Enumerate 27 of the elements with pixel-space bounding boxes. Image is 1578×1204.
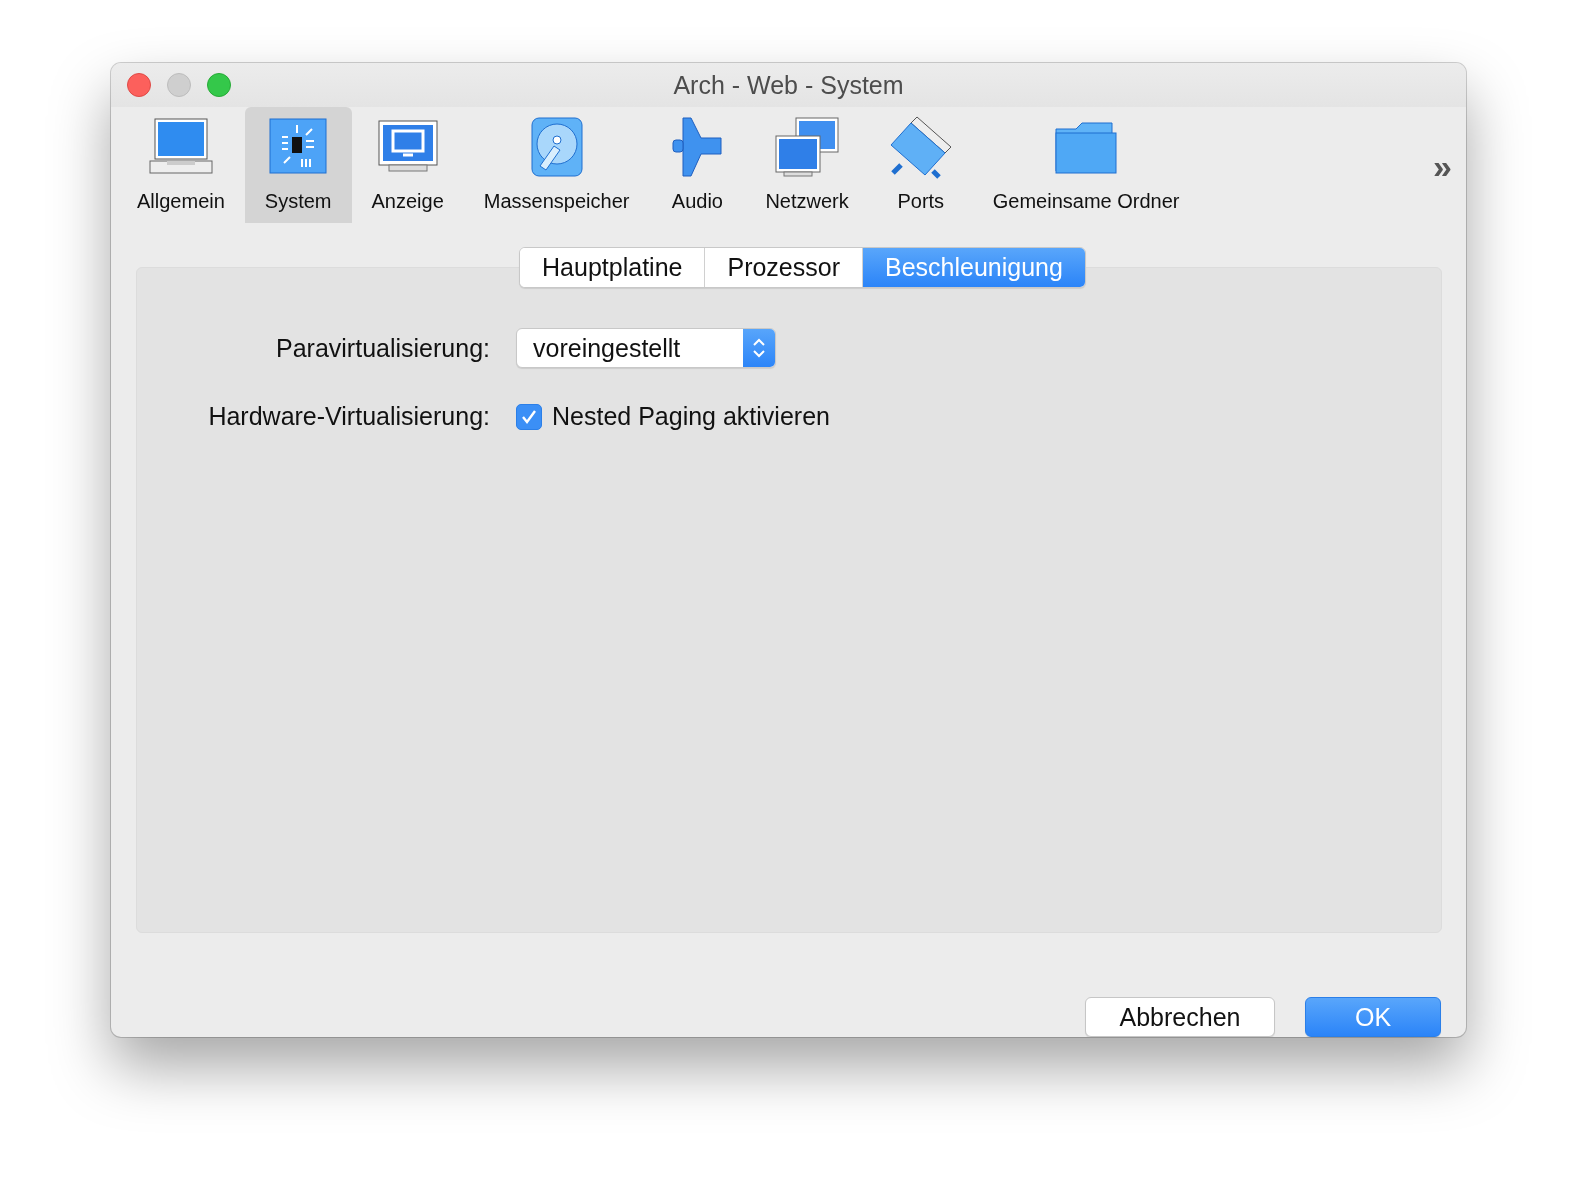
field-label: Paravirtualisierung: — [275, 333, 490, 363]
tab[interactable]: Hauptplatine — [520, 248, 706, 287]
toolbar-item[interactable]: Gemeinsame Ordner — [972, 107, 1200, 223]
cancel-button[interactable]: Abbrechen — [1085, 997, 1275, 1037]
tab[interactable]: Prozessor — [705, 248, 863, 287]
toolbar-item[interactable]: Netzwerk — [745, 107, 869, 223]
window-title: Arch - Web - System — [673, 70, 904, 99]
folder-icon — [1055, 122, 1117, 174]
toolbar-item[interactable]: Audio — [649, 107, 746, 223]
field-label: Hardware-Virtualisierung: — [207, 402, 490, 431]
toolbar-item[interactable]: Anzeige — [351, 107, 464, 223]
zoom-button[interactable] — [207, 73, 231, 97]
checkbox-label: Nested Paging aktivieren — [552, 402, 830, 431]
stepper-icon — [752, 336, 766, 360]
toolbar-item[interactable]: Allgemein — [117, 107, 245, 223]
checkbox[interactable] — [516, 403, 542, 430]
toolbar-item[interactable]: Massenspeicher — [463, 107, 650, 223]
dropdown[interactable]: voreingestellt — [516, 328, 776, 368]
chip-icon — [269, 118, 327, 174]
more-button[interactable]: » — [1429, 147, 1456, 186]
toolbar-item[interactable]: System — [244, 107, 352, 223]
toolbar-item[interactable]: Ports — [868, 107, 973, 223]
close-button[interactable] — [127, 73, 151, 97]
monitor-icon — [378, 120, 438, 172]
laptop-icon — [149, 118, 213, 174]
speaker-icon — [672, 117, 722, 177]
monitors-icon — [775, 117, 839, 177]
